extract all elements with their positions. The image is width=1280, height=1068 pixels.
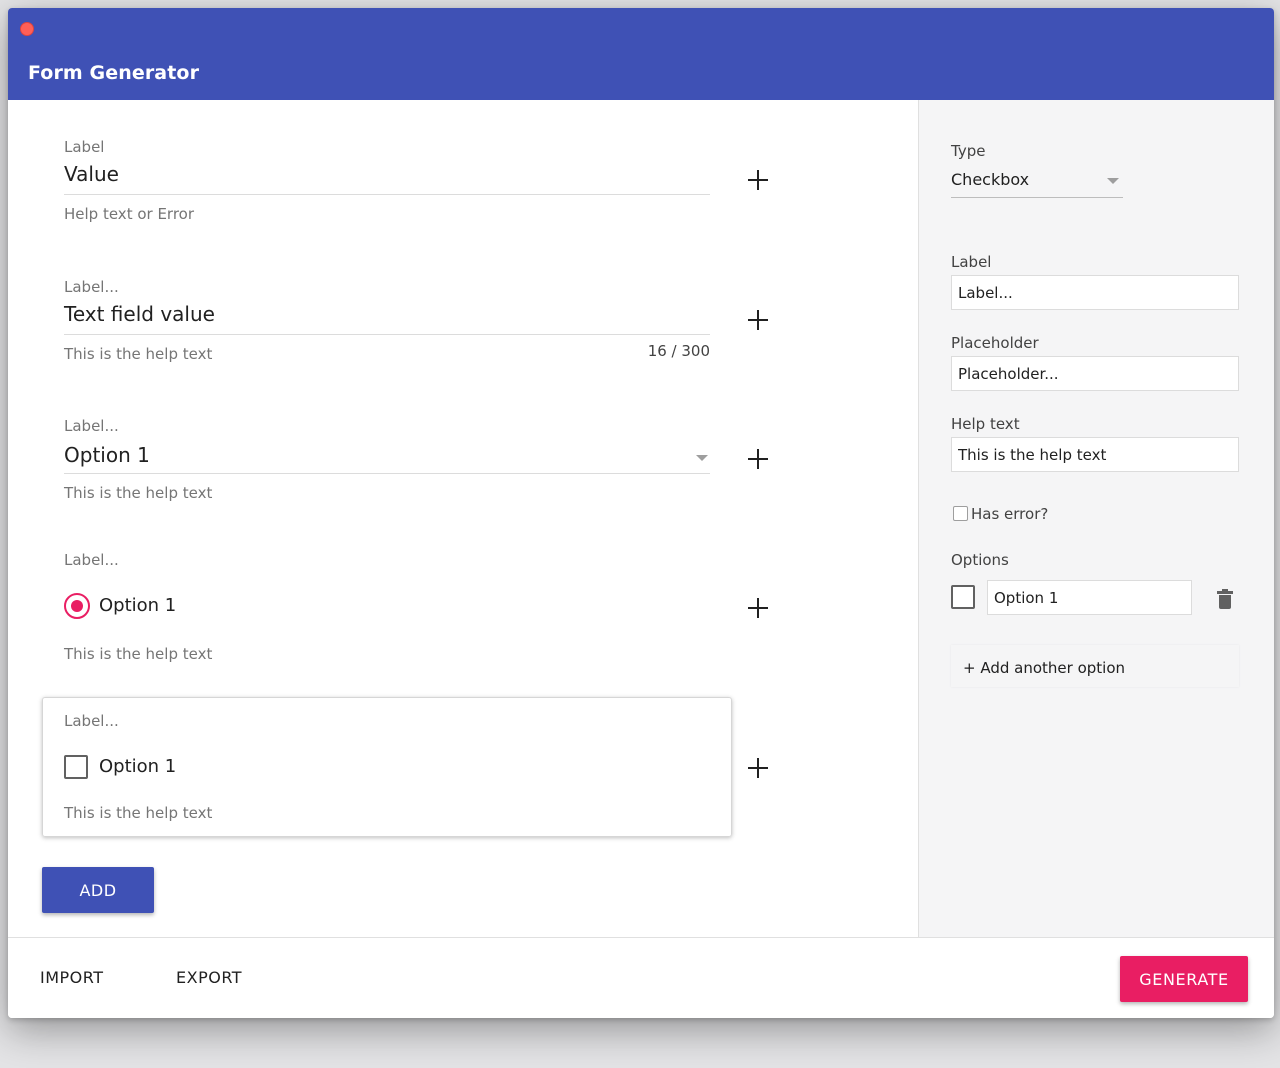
label-field-label: Label — [951, 253, 992, 271]
option-text-input[interactable] — [987, 580, 1192, 615]
field-value: Text field value — [64, 302, 215, 326]
help-text-field-label: Help text — [951, 415, 1020, 433]
field-properties-panel: Type Checkbox Label Placeholder Help tex… — [918, 100, 1274, 937]
import-button[interactable]: IMPORT — [40, 968, 104, 987]
radio-option-label[interactable]: Option 1 — [99, 595, 176, 616]
radio-selected-dot — [71, 600, 83, 612]
field-underline — [64, 334, 710, 335]
generate-button[interactable]: GENERATE — [1120, 956, 1248, 1002]
field-value: Value — [64, 162, 119, 186]
preview-radio-field: Label... Option 1 This is the help text — [64, 551, 710, 663]
has-error-checkbox[interactable] — [953, 506, 968, 521]
add-field-plus-icon[interactable] — [746, 308, 770, 332]
chevron-down-icon[interactable] — [696, 455, 708, 461]
placeholder-input[interactable] — [951, 356, 1239, 391]
option-default-checkbox[interactable] — [951, 585, 975, 609]
field-underline — [64, 194, 710, 195]
field-label: Label... — [64, 417, 119, 435]
type-select-underline — [951, 197, 1123, 198]
add-field-plus-icon[interactable] — [746, 168, 770, 192]
add-field-plus-icon[interactable] — [746, 756, 770, 780]
form-preview-panel: Label Value Help text or Error Label... … — [8, 100, 918, 937]
add-button[interactable]: ADD — [42, 867, 154, 913]
app-title: Form Generator — [28, 62, 200, 84]
field-label: Label — [64, 138, 105, 156]
preview-checkbox-field: Label... Option 1 This is the help text — [64, 712, 710, 827]
label-input[interactable] — [951, 275, 1239, 310]
preview-text-field-2[interactable]: Label... Text field value This is the he… — [64, 278, 710, 363]
field-value: Option 1 — [64, 443, 150, 467]
field-help-text: This is the help text — [64, 804, 213, 822]
footer-actions: IMPORT EXPORT GENERATE — [8, 937, 1274, 1018]
trash-icon[interactable] — [1217, 589, 1233, 609]
field-label: Label... — [64, 551, 119, 569]
character-counter: 16 / 300 — [647, 342, 710, 360]
add-field-plus-icon[interactable] — [746, 447, 770, 471]
checkbox[interactable] — [64, 755, 88, 779]
options-label: Options — [951, 551, 1009, 569]
type-label: Type — [951, 142, 986, 160]
has-error-label[interactable]: Has error? — [971, 505, 1048, 523]
checkbox-option-label[interactable]: Option 1 — [99, 756, 176, 777]
chevron-down-icon[interactable] — [1107, 178, 1119, 184]
preview-select-field[interactable]: Label... Option 1 This is the help text — [64, 417, 710, 502]
radio-button[interactable] — [64, 593, 90, 619]
field-label: Label... — [64, 278, 119, 296]
app-bar: Form Generator — [8, 8, 1274, 100]
type-select-value[interactable]: Checkbox — [951, 170, 1029, 189]
field-underline — [64, 473, 710, 474]
placeholder-field-label: Placeholder — [951, 334, 1039, 352]
help-text-input[interactable] — [951, 437, 1239, 472]
field-help-text: This is the help text — [64, 345, 213, 363]
export-button[interactable]: EXPORT — [176, 968, 242, 987]
field-help-text: Help text or Error — [64, 205, 195, 223]
field-help-text: This is the help text — [64, 645, 213, 663]
preview-text-field-1[interactable]: Label Value Help text or Error — [64, 138, 710, 223]
field-help-text: This is the help text — [64, 484, 213, 502]
add-another-option-button[interactable]: + Add another option — [951, 645, 1239, 687]
add-field-plus-icon[interactable] — [746, 596, 770, 620]
field-label: Label... — [64, 712, 119, 730]
close-window-icon[interactable] — [20, 22, 34, 36]
form-generator-window: Form Generator Label Value Help text or … — [8, 8, 1274, 1018]
